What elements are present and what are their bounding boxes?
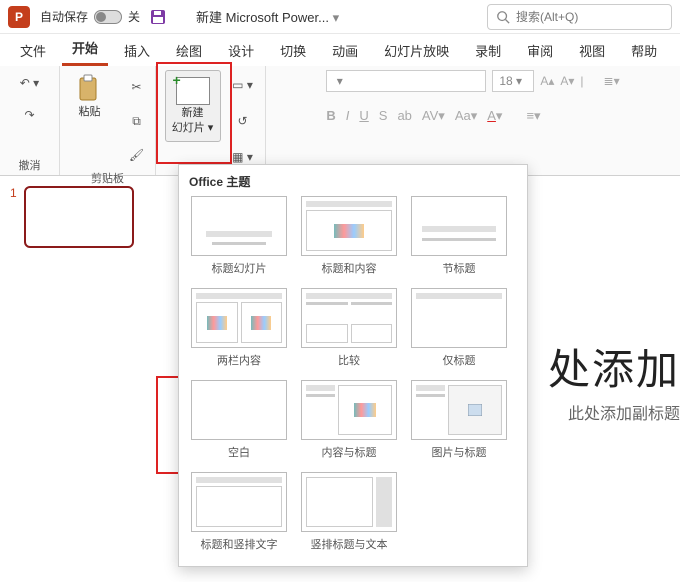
group-clipboard-label: 剪贴板	[91, 170, 124, 186]
picture-icon	[468, 404, 482, 416]
slide-title-placeholder[interactable]: 处添加	[548, 336, 680, 397]
italic-button[interactable]: I	[346, 108, 350, 124]
tab-help[interactable]: 帮助	[621, 35, 667, 66]
save-icon[interactable]	[150, 9, 166, 25]
tab-design[interactable]: 设计	[218, 35, 264, 66]
slide-thumbnail-panel: 1	[0, 176, 160, 582]
ribbon: ↶ ▾ ↷ 撤消 粘贴 ✂ ⧉ 🖌 剪贴板 新建 幻灯片 ▾	[0, 66, 680, 176]
layout-title-content[interactable]: 标题和内容	[299, 196, 399, 276]
font-family-select[interactable]: ▾	[326, 70, 486, 92]
tab-draw[interactable]: 绘图	[166, 35, 212, 66]
font-color-button[interactable]: A▾	[487, 108, 502, 124]
align-button[interactable]: ≡▾	[526, 108, 540, 124]
search-input[interactable]: 搜索(Alt+Q)	[487, 4, 672, 30]
reset-button[interactable]: ↺	[229, 108, 257, 134]
toggle-switch[interactable]	[94, 10, 122, 24]
paste-button[interactable]: 粘贴	[65, 70, 115, 123]
highlight-button[interactable]: Aa▾	[455, 108, 477, 124]
layout-title-vertical-text[interactable]: 标题和竖排文字	[189, 472, 289, 552]
shadow-button[interactable]: ab	[397, 108, 411, 124]
slide-subtitle-placeholder[interactable]: 此处添加副标题	[568, 400, 680, 424]
decrease-font-icon[interactable]: A▾	[560, 74, 574, 88]
tab-view[interactable]: 视图	[569, 35, 615, 66]
layout-comparison[interactable]: 比较	[299, 288, 399, 368]
paste-icon	[74, 74, 106, 104]
tab-insert[interactable]: 插入	[114, 35, 160, 66]
font-size-select[interactable]: 18 ▾	[492, 70, 534, 92]
autosave-label: 自动保存	[40, 8, 88, 25]
layout-title-only[interactable]: 仅标题	[409, 288, 509, 368]
cut-button[interactable]: ✂	[123, 74, 151, 100]
autosave-off-text: 关	[128, 8, 140, 25]
increase-font-icon[interactable]: A▴	[540, 74, 554, 88]
tab-home[interactable]: 开始	[62, 32, 108, 66]
tab-animations[interactable]: 动画	[322, 35, 368, 66]
underline-button[interactable]: U	[359, 108, 368, 124]
format-painter-button[interactable]: 🖌	[123, 142, 151, 168]
layout-picture-caption[interactable]: 图片与标题	[409, 380, 509, 460]
slide-number: 1	[10, 186, 17, 200]
redo-button[interactable]: ↷	[16, 102, 44, 128]
bold-button[interactable]: B	[326, 108, 335, 124]
layout-gallery: Office 主题 标题幻灯片 标题和内容 节标题 两栏内容 比较 仅标题	[178, 164, 528, 567]
layout-title-slide[interactable]: 标题幻灯片	[189, 196, 289, 276]
layout-vertical-title-text[interactable]: 竖排标题与文本	[299, 472, 399, 552]
new-slide-icon	[176, 77, 210, 105]
layout-blank[interactable]: 空白	[189, 380, 289, 460]
layout-section-header[interactable]: 节标题	[409, 196, 509, 276]
new-slide-button[interactable]: 新建 幻灯片 ▾	[165, 70, 221, 142]
search-icon	[496, 10, 510, 24]
ribbon-tabs: 文件 开始 插入 绘图 设计 切换 动画 幻灯片放映 录制 审阅 视图 帮助	[0, 34, 680, 66]
tab-transitions[interactable]: 切换	[270, 35, 316, 66]
layout-content-caption[interactable]: 内容与标题	[299, 380, 399, 460]
group-undo-label: 撤消	[19, 157, 41, 173]
tab-review[interactable]: 审阅	[517, 35, 563, 66]
bullets-icon[interactable]: ≣▾	[604, 74, 620, 88]
spacing-button[interactable]: AV▾	[422, 108, 445, 124]
change-case-icon[interactable]: |	[580, 74, 583, 88]
app-icon: P	[8, 6, 30, 28]
slide-thumbnail-1[interactable]	[24, 186, 134, 248]
layout-button[interactable]: ▭ ▾	[229, 72, 257, 98]
tab-slideshow[interactable]: 幻灯片放映	[374, 35, 459, 66]
tab-file[interactable]: 文件	[10, 35, 56, 66]
tab-record[interactable]: 录制	[465, 35, 511, 66]
gallery-header: Office 主题	[189, 173, 517, 190]
autosave-toggle[interactable]: 自动保存 关	[40, 8, 140, 25]
undo-button[interactable]: ↶ ▾	[16, 70, 44, 96]
copy-button[interactable]: ⧉	[123, 108, 151, 134]
layout-two-content[interactable]: 两栏内容	[189, 288, 289, 368]
strike-button[interactable]: S	[379, 108, 388, 124]
document-title[interactable]: 新建 Microsoft Power... ▾	[196, 7, 339, 26]
